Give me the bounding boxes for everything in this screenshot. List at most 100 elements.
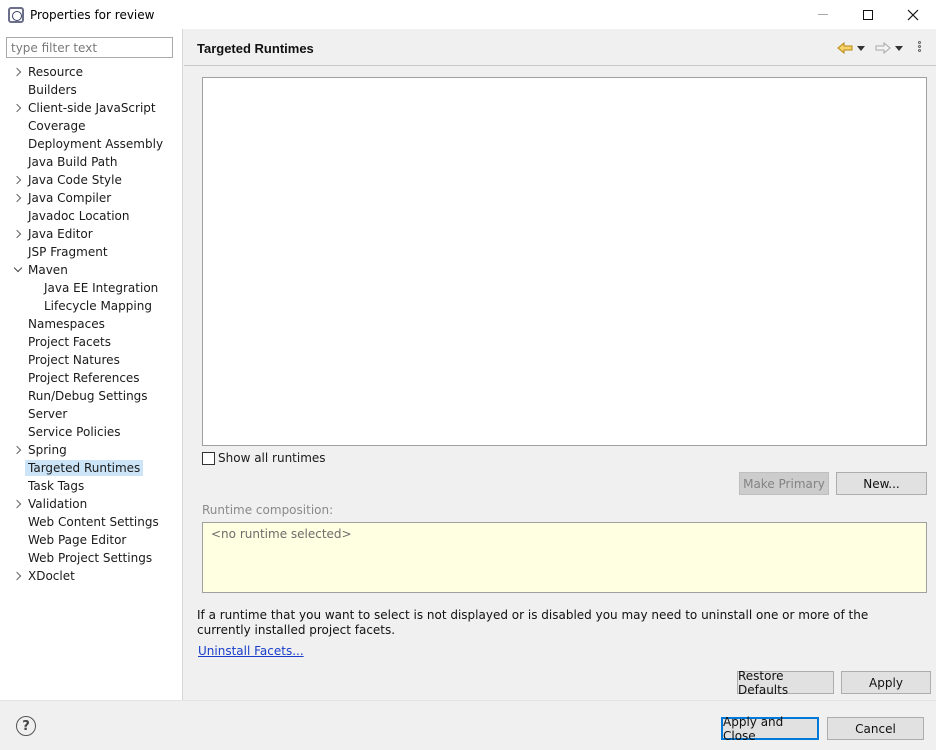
- tree-item[interactable]: Maven: [0, 261, 183, 279]
- chevron-down-icon[interactable]: [13, 263, 23, 275]
- uninstall-facets-link[interactable]: Uninstall Facets...: [198, 644, 304, 658]
- tree-item-label: Java EE Integration: [44, 281, 159, 295]
- chevron-right-icon[interactable]: [12, 175, 23, 185]
- tree-item-label: Spring: [28, 443, 67, 457]
- tree-item[interactable]: Task Tags: [0, 477, 183, 495]
- restore-defaults-button[interactable]: Restore Defaults: [737, 669, 834, 697]
- chevron-right-icon[interactable]: [12, 67, 23, 77]
- window-title: Properties for review: [30, 7, 155, 22]
- tree-item-label: Javadoc Location: [28, 209, 130, 223]
- chevron-right-icon[interactable]: [12, 103, 23, 113]
- preference-tree-panel: Resource Builders Client-side JavaScript Co…: [0, 29, 183, 700]
- tree-item-label: Resource: [28, 65, 84, 79]
- chevron-right-icon[interactable]: [12, 445, 23, 455]
- tree-item[interactable]: Project References: [0, 369, 183, 387]
- tree-item[interactable]: Coverage: [0, 117, 183, 135]
- properties-page: Targeted Runtimes Show all runtimes Make…: [184, 29, 936, 700]
- apply-button[interactable]: Apply: [841, 671, 931, 694]
- tree-item-label: Server: [28, 407, 68, 421]
- minimize-button[interactable]: [800, 0, 846, 29]
- tree-item-label: Project Facets: [28, 335, 111, 349]
- chevron-right-icon[interactable]: [12, 499, 23, 509]
- tree-item[interactable]: Project Natures: [0, 351, 183, 369]
- checkbox-box[interactable]: [202, 451, 215, 465]
- tree-item-label: Validation: [28, 497, 88, 511]
- tree-item-label: XDoclet: [28, 569, 75, 583]
- close-icon: [907, 9, 919, 20]
- show-all-runtimes-checkbox[interactable]: Show all runtimes: [202, 451, 326, 465]
- filter-input[interactable]: [6, 37, 173, 58]
- title-bar: Properties for review: [0, 0, 936, 29]
- tree-item[interactable]: Project Facets: [0, 333, 183, 351]
- close-button[interactable]: [890, 0, 936, 29]
- runtime-composition-value: <no runtime selected>: [211, 527, 352, 541]
- tree-item-label: Web Page Editor: [28, 533, 127, 547]
- tree-item-label: Client-side JavaScript: [28, 101, 156, 115]
- runtime-composition-label: Runtime composition:: [202, 503, 334, 517]
- tree-item[interactable]: Lifecycle Mapping: [0, 297, 183, 315]
- tree-item[interactable]: Validation: [0, 495, 183, 513]
- view-menu-icon[interactable]: [918, 41, 922, 55]
- tree-item[interactable]: Run/Debug Settings: [0, 387, 183, 405]
- make-primary-button[interactable]: Make Primary: [739, 472, 829, 495]
- back-arrow-icon: [837, 42, 853, 54]
- title-separator: [184, 65, 936, 66]
- tree-item-label: Java Editor: [28, 227, 93, 241]
- runtime-composition-box: <no runtime selected>: [202, 522, 927, 593]
- tree-item[interactable]: Server: [0, 405, 183, 423]
- tree-item-label: Builders: [28, 83, 77, 97]
- tree-item[interactable]: Namespaces: [0, 315, 183, 333]
- page-title: Targeted Runtimes: [197, 41, 314, 56]
- info-message: If a runtime that you want to select is …: [197, 608, 869, 637]
- forward-arrow-icon: [875, 42, 891, 54]
- eclipse-icon: [8, 6, 24, 23]
- tree-item[interactable]: Java Compiler: [0, 189, 183, 207]
- tree-item-label: Web Project Settings: [28, 551, 153, 565]
- forward-button[interactable]: [875, 41, 903, 55]
- tree-item[interactable]: Client-side JavaScript: [0, 99, 183, 117]
- tree-item[interactable]: Targeted Runtimes: [0, 459, 183, 477]
- tree-item[interactable]: Javadoc Location: [0, 207, 183, 225]
- maximize-button[interactable]: [845, 0, 891, 29]
- tree-item-label: Deployment Assembly: [28, 137, 164, 151]
- help-icon[interactable]: ?: [16, 716, 36, 736]
- tree-item[interactable]: Web Page Editor: [0, 531, 183, 549]
- cancel-button[interactable]: Cancel: [827, 717, 924, 740]
- tree-item[interactable]: Java EE Integration: [0, 279, 183, 297]
- forward-dropdown-icon[interactable]: [895, 45, 903, 51]
- tree-item-label: Targeted Runtimes: [25, 460, 144, 476]
- new-runtime-button[interactable]: New...: [836, 472, 927, 495]
- maximize-icon: [863, 9, 873, 20]
- chevron-right-icon[interactable]: [12, 571, 23, 581]
- tree-item-label: Project Natures: [28, 353, 120, 367]
- tree-item[interactable]: Web Project Settings: [0, 549, 183, 567]
- preference-tree: Resource Builders Client-side JavaScript Co…: [0, 63, 183, 585]
- tree-item-label: Web Content Settings: [28, 515, 159, 529]
- tree-item-label: Namespaces: [28, 317, 105, 331]
- tree-item[interactable]: Web Content Settings: [0, 513, 183, 531]
- tree-item[interactable]: Java Editor: [0, 225, 183, 243]
- tree-item-label: Service Policies: [28, 425, 121, 439]
- tree-item[interactable]: Builders: [0, 81, 183, 99]
- apply-and-close-button[interactable]: Apply and Close: [721, 715, 819, 743]
- tree-item[interactable]: Deployment Assembly: [0, 135, 183, 153]
- tree-item-label: Run/Debug Settings: [28, 389, 148, 403]
- tree-item[interactable]: Spring: [0, 441, 183, 459]
- tree-item[interactable]: XDoclet: [0, 567, 183, 585]
- minimize-icon: [818, 14, 828, 15]
- tree-item-label: Java Build Path: [28, 155, 118, 169]
- tree-item[interactable]: Java Code Style: [0, 171, 183, 189]
- tree-item-label: Project References: [28, 371, 140, 385]
- tree-item[interactable]: JSP Fragment: [0, 243, 183, 261]
- tree-item-label: Maven: [28, 263, 68, 277]
- tree-item[interactable]: Java Build Path: [0, 153, 183, 171]
- tree-item[interactable]: Service Policies: [0, 423, 183, 441]
- chevron-right-icon[interactable]: [12, 193, 23, 203]
- tree-item-label: Task Tags: [28, 479, 85, 493]
- runtime-list[interactable]: [202, 77, 927, 446]
- back-button[interactable]: [837, 41, 865, 55]
- tree-item[interactable]: Resource: [0, 63, 183, 81]
- back-dropdown-icon[interactable]: [857, 45, 865, 51]
- tree-item-label: Java Compiler: [28, 191, 112, 205]
- chevron-right-icon[interactable]: [12, 229, 23, 239]
